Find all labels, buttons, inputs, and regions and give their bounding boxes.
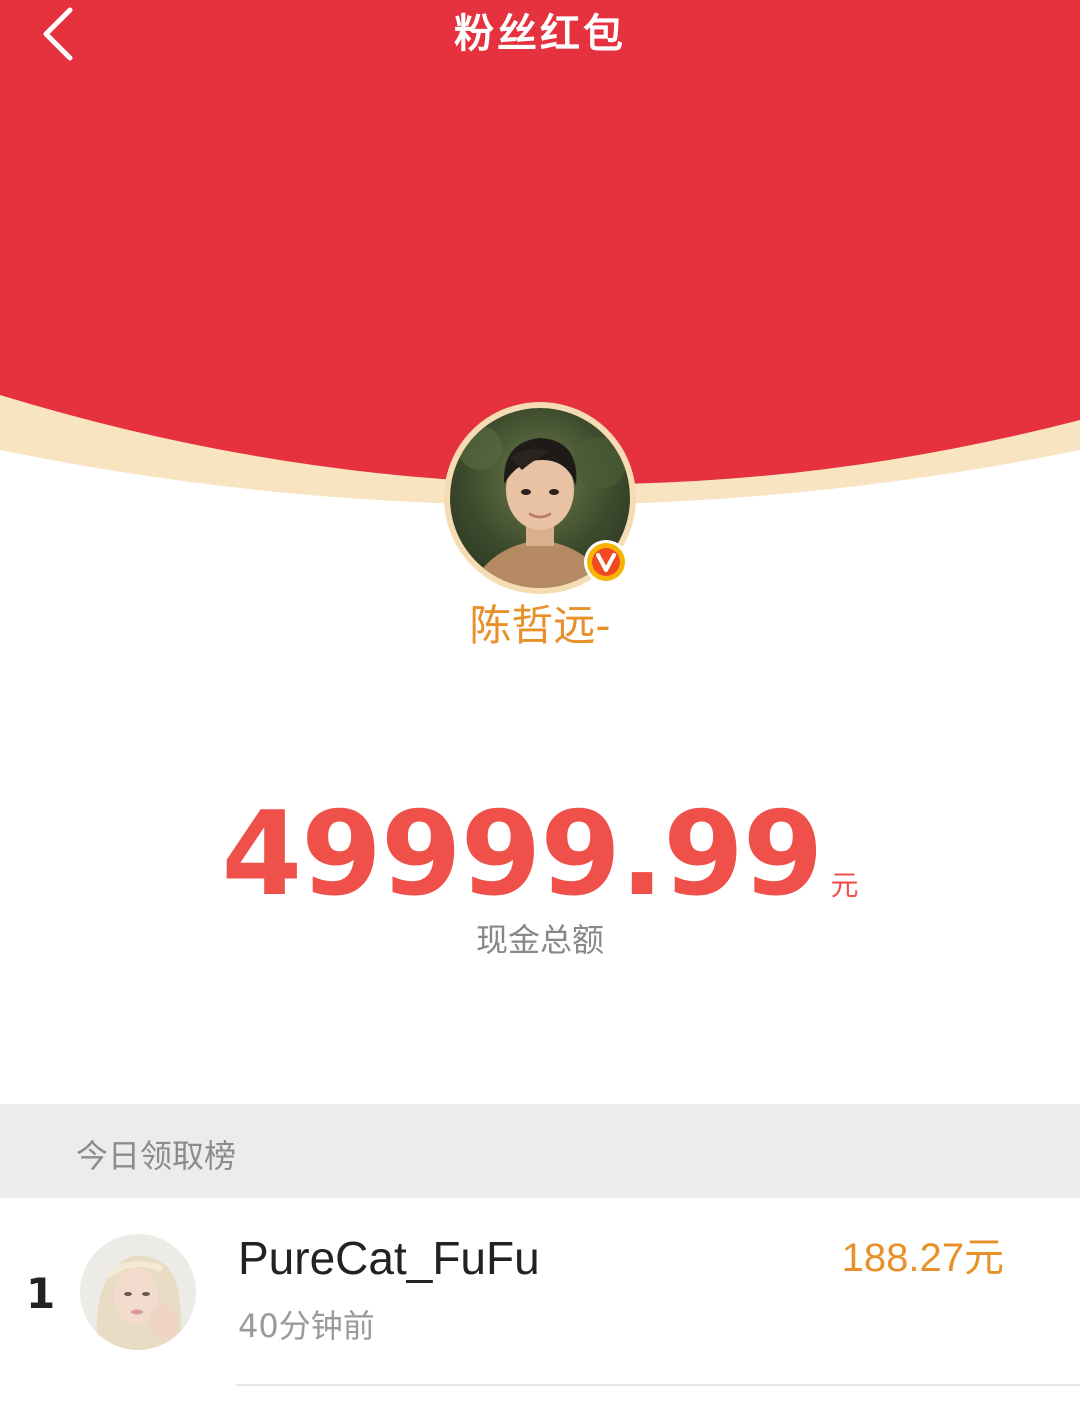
rank-number: 1 bbox=[26, 1269, 56, 1318]
red-packet-page: 粉丝红包 陈哲远- 49999.99 元 现金总额 今日领取榜 1 PureCa… bbox=[0, 0, 1080, 1406]
verified-v-icon bbox=[582, 538, 630, 586]
amount-label: 现金总额 bbox=[475, 921, 604, 959]
amount-unit: 元 bbox=[830, 869, 859, 902]
page-title: 粉丝红包 bbox=[454, 11, 626, 57]
leaderboard-header: 今日领取榜 bbox=[0, 1104, 1080, 1198]
amount-row: 49999.99 元 bbox=[0, 790, 1080, 920]
profile-avatar[interactable] bbox=[444, 402, 636, 594]
item-time: 40分钟前 bbox=[238, 1307, 375, 1345]
divider bbox=[236, 1384, 1080, 1386]
avatar[interactable] bbox=[80, 1234, 196, 1350]
leaderboard-title: 今日领取榜 bbox=[76, 1137, 237, 1175]
item-user-name[interactable]: PureCat_FuFu bbox=[238, 1230, 540, 1286]
leaderboard-item[interactable]: 1 PureCat_FuFu 40分钟前 188.27元 bbox=[0, 1198, 1080, 1406]
total-amount: 49999.99 bbox=[221, 787, 823, 922]
user-name[interactable]: 陈哲远- bbox=[0, 598, 1080, 654]
item-amount: 188.27元 bbox=[841, 1236, 1004, 1280]
